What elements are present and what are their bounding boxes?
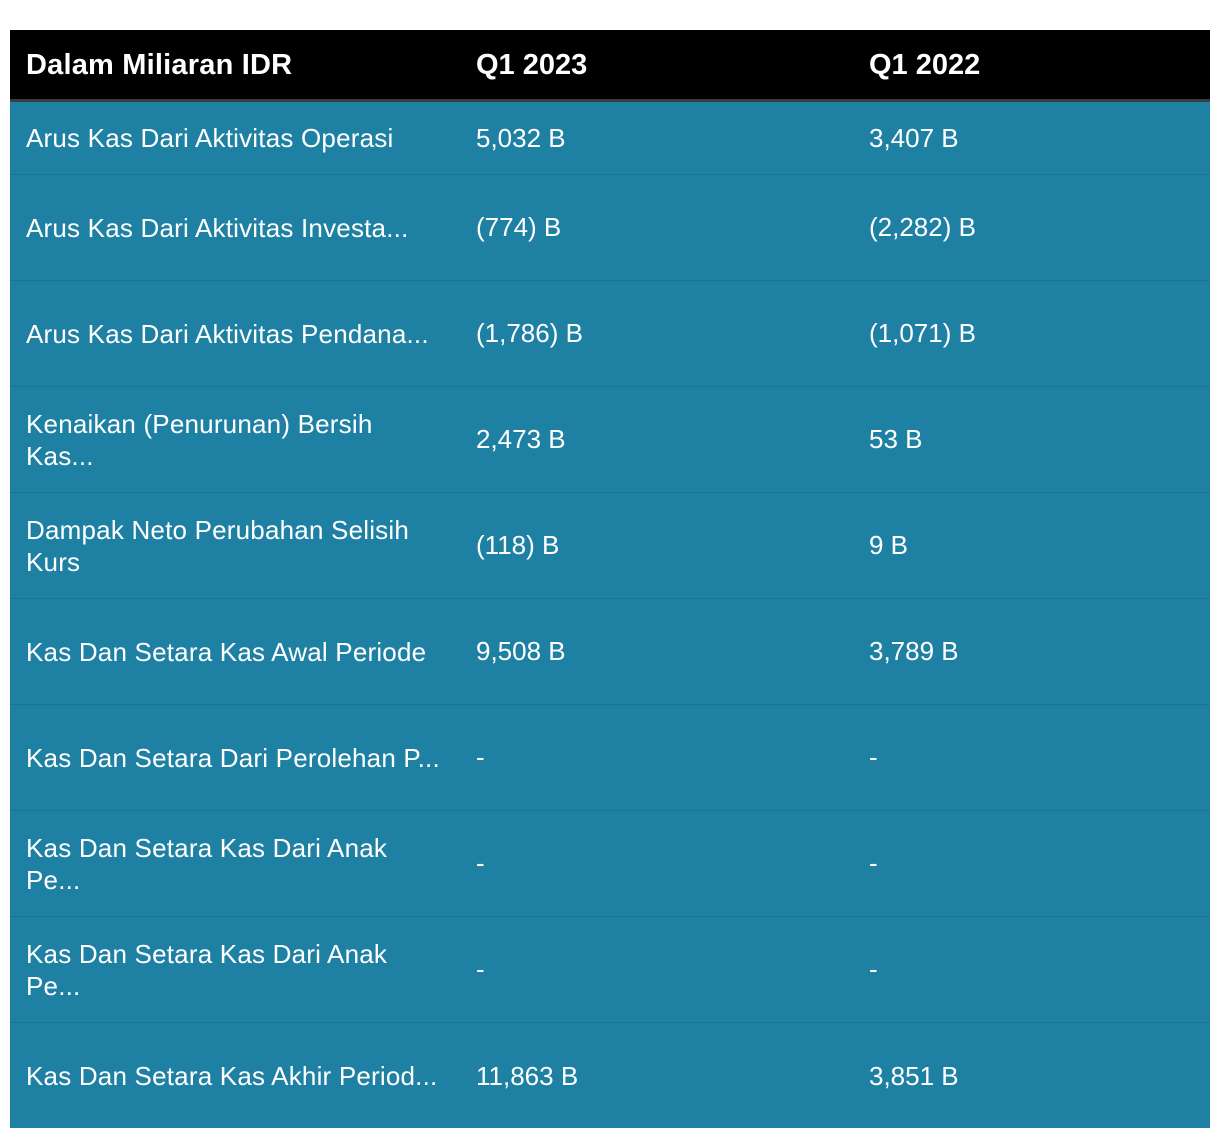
row-label: Arus Kas Dari Aktivitas Operasi bbox=[26, 123, 394, 153]
row-value-q1-2022: - bbox=[869, 848, 878, 878]
row-value-q1-2023: (1,786) B bbox=[476, 318, 583, 348]
row-value-q1-2022: (2,282) B bbox=[869, 212, 976, 242]
row-label: Arus Kas Dari Aktivitas Investa... bbox=[26, 212, 409, 243]
row-value-q1-2023: 5,032 B bbox=[476, 122, 566, 153]
header-q1-2023: Q1 2023 bbox=[476, 48, 588, 81]
row-value-q1-2023: - bbox=[476, 742, 485, 772]
table-row: Arus Kas Dari Aktivitas Operasi 5,032 B … bbox=[10, 102, 1210, 175]
row-value-q1-2023: 9,508 B bbox=[476, 636, 566, 666]
row-value-q1-2022: 53 B bbox=[869, 424, 923, 454]
table-row: Arus Kas Dari Aktivitas Pendana... (1,78… bbox=[10, 281, 1210, 387]
table-header: Dalam Miliaran IDR Q1 2023 Q1 2022 bbox=[10, 30, 1210, 102]
row-value-q1-2023: - bbox=[476, 954, 485, 984]
row-value-q1-2022: - bbox=[869, 742, 878, 772]
row-value-q1-2022: - bbox=[869, 954, 878, 984]
row-label: Arus Kas Dari Aktivitas Pendana... bbox=[26, 318, 429, 349]
row-value-q1-2022: 3,851 B bbox=[869, 1060, 959, 1091]
table-row: Kas Dan Setara Kas Awal Periode 9,508 B … bbox=[10, 599, 1210, 705]
row-value-q1-2023: (118) B bbox=[476, 530, 560, 560]
row-value-q1-2022: 3,789 B bbox=[869, 636, 959, 666]
table-row: Kas Dan Setara Kas Dari Anak Pe... - - bbox=[10, 811, 1210, 917]
row-value-q1-2023: 11,863 B bbox=[476, 1060, 579, 1091]
row-label: Kas Dan Setara Kas Awal Periode bbox=[26, 636, 427, 667]
row-value-q1-2023: 2,473 B bbox=[476, 424, 566, 454]
row-label: Kenaikan (Penurunan) Bersih Kas... bbox=[26, 408, 373, 471]
table-row: Kas Dan Setara Kas Akhir Period... 11,86… bbox=[10, 1023, 1210, 1129]
row-label: Kas Dan Setara Dari Perolehan P... bbox=[26, 742, 440, 773]
cash-flow-table: Dalam Miliaran IDR Q1 2023 Q1 2022 Arus … bbox=[10, 30, 1210, 1128]
row-value-q1-2022: (1,071) B bbox=[869, 318, 976, 348]
row-label: Kas Dan Setara Kas Dari Anak Pe... bbox=[26, 832, 388, 895]
row-label: Kas Dan Setara Kas Akhir Period... bbox=[26, 1061, 438, 1091]
row-label: Kas Dan Setara Kas Dari Anak Pe... bbox=[26, 938, 388, 1001]
row-label: Dampak Neto Perubahan Selisih Kurs bbox=[26, 514, 410, 577]
row-value-q1-2022: 9 B bbox=[869, 530, 909, 560]
row-value-q1-2023: (774) B bbox=[476, 212, 562, 242]
row-value-q1-2023: - bbox=[476, 848, 485, 878]
header-label-column: Dalam Miliaran IDR bbox=[26, 48, 293, 81]
header-q1-2022: Q1 2022 bbox=[869, 48, 981, 81]
table-row: Kenaikan (Penurunan) Bersih Kas... 2,473… bbox=[10, 387, 1210, 493]
row-value-q1-2022: 3,407 B bbox=[869, 122, 959, 153]
table-row: Dampak Neto Perubahan Selisih Kurs (118)… bbox=[10, 493, 1210, 599]
table-row: Arus Kas Dari Aktivitas Investa... (774)… bbox=[10, 175, 1210, 281]
table-row: Kas Dan Setara Dari Perolehan P... - - bbox=[10, 705, 1210, 811]
table-row: Kas Dan Setara Kas Dari Anak Pe... - - bbox=[10, 917, 1210, 1023]
